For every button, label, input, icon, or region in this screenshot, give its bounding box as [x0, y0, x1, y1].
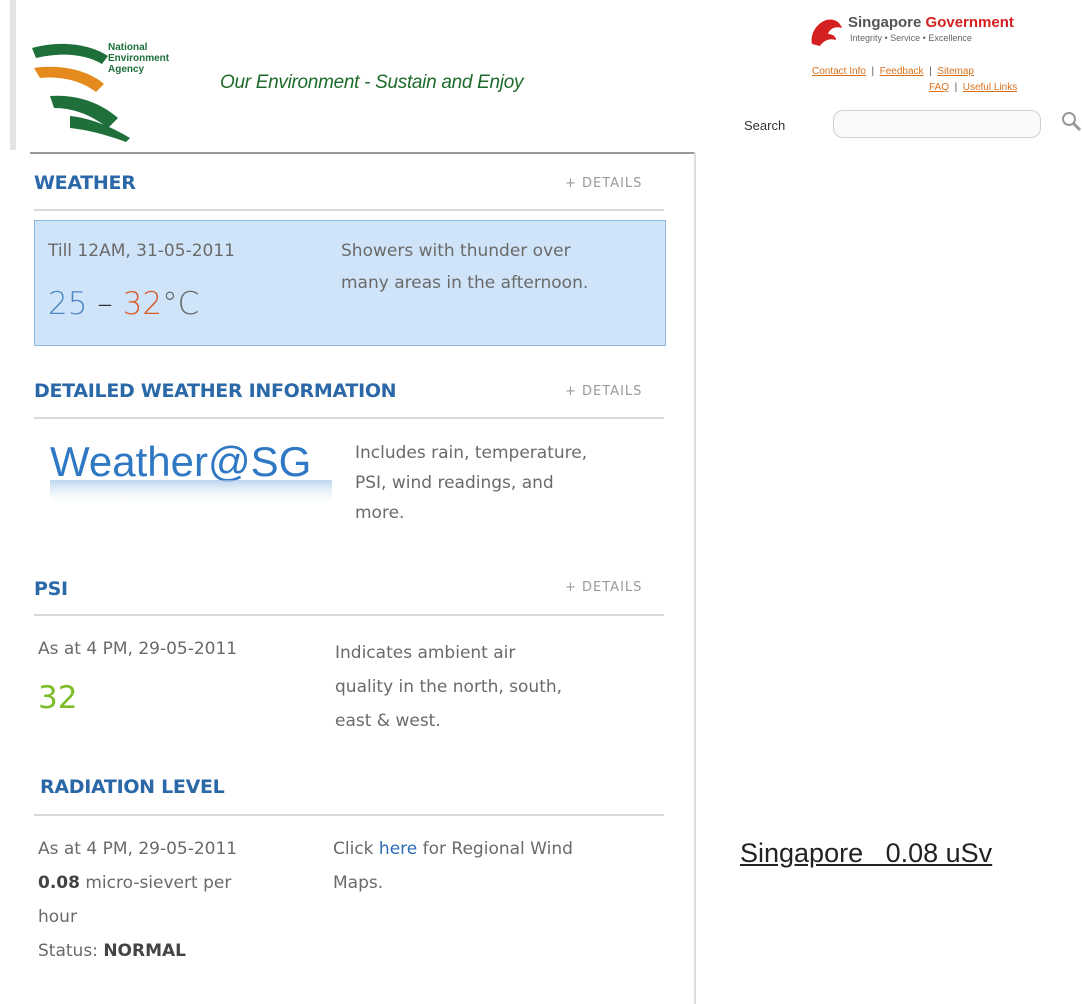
- weather-valid-till: Till 12AM, 31-05-2011: [48, 241, 235, 261]
- wind-maps-pre: Click: [333, 839, 379, 859]
- top-links-row-1: Contact Info | Feedback | Sitemap: [812, 66, 974, 77]
- temp-dash: –: [87, 286, 123, 322]
- psi-desc-line-2: quality in the north, south,: [335, 677, 563, 697]
- psi-divider: [34, 614, 664, 616]
- temp-high: 32: [122, 286, 163, 322]
- lion-head-icon: [811, 19, 842, 46]
- wind-maps-post: for Regional Wind: [417, 839, 573, 859]
- weather-forecast-line-2: many areas in the afternoon.: [341, 273, 589, 293]
- weather-divider: [34, 209, 664, 211]
- faq-link[interactable]: FAQ: [929, 82, 949, 93]
- logo-line-agency: Agency: [108, 64, 145, 75]
- temperature-range: 25 – 32°C: [48, 286, 199, 322]
- weather-details-link[interactable]: + DETAILS: [565, 176, 642, 191]
- search-input[interactable]: [833, 110, 1041, 138]
- psi-as-at: As at 4 PM, 29-05-2011: [38, 639, 238, 659]
- detailed-desc-line-1: Includes rain, temperature,: [355, 443, 588, 463]
- radiation-value-line: 0.08 micro-sievert per: [38, 870, 231, 896]
- radiation-status: Status: NORMAL: [38, 938, 186, 964]
- search-icon[interactable]: [1060, 110, 1082, 132]
- temp-low: 25: [48, 286, 88, 322]
- weather-at-sg-logo[interactable]: Weather@SG: [46, 438, 336, 508]
- radiation-divider: [34, 814, 664, 816]
- psi-value: 32: [38, 680, 78, 716]
- feedback-link[interactable]: Feedback: [880, 66, 924, 77]
- wind-maps-line-1: Click here for Regional Wind: [333, 836, 573, 862]
- singapore-government-logo[interactable]: Singapore Government Integrity • Service…: [808, 14, 1082, 54]
- radiation-as-at: As at 4 PM, 29-05-2011: [38, 839, 238, 859]
- radiation-unit-line-2: hour: [38, 907, 77, 927]
- psi-desc-line-1: Indicates ambient air: [335, 643, 516, 663]
- singapore-radiation-caption: Singapore 0.08 uSv: [740, 838, 993, 868]
- detailed-weather-title: DETAILED WEATHER INFORMATION: [34, 380, 397, 402]
- logo-text: National Environment Agency: [108, 42, 169, 75]
- radiation-status-value: NORMAL: [103, 941, 186, 961]
- detailed-desc-line-2: PSI, wind readings, and: [355, 473, 554, 493]
- logo-line-environment: Environment: [108, 53, 170, 64]
- column-divider: [694, 152, 696, 1004]
- radiation-title: RADIATION LEVEL: [40, 776, 225, 798]
- gov-name-government: Government: [925, 14, 1014, 31]
- psi-desc-line-3: east & west.: [335, 711, 441, 731]
- contact-info-link[interactable]: Contact Info: [812, 66, 866, 77]
- psi-title: PSI: [34, 578, 68, 600]
- weather-title: WEATHER: [34, 172, 136, 194]
- top-links-row-2: FAQ | Useful Links: [929, 82, 1018, 93]
- temp-unit: °C: [162, 286, 200, 322]
- gov-name-singapore: Singapore: [848, 14, 922, 31]
- radiation-status-label: Status:: [38, 941, 104, 961]
- radiation-unit: micro-sievert per: [79, 873, 232, 893]
- detailed-weather-divider: [34, 417, 664, 419]
- detailed-weather-details-link[interactable]: + DETAILS: [565, 384, 642, 399]
- gov-motto: Integrity • Service • Excellence: [850, 33, 972, 43]
- psi-details-link[interactable]: + DETAILS: [565, 580, 642, 595]
- sitemap-link[interactable]: Sitemap: [937, 66, 974, 77]
- weather-forecast-line-1: Showers with thunder over: [341, 241, 571, 261]
- gov-name: Singapore Government: [848, 14, 1014, 31]
- logo-line-national: National: [108, 42, 148, 53]
- radiation-value: 0.08: [38, 873, 80, 893]
- detailed-desc-line-3: more.: [355, 503, 405, 523]
- tagline: Our Environment - Sustain and Enjoy: [220, 72, 524, 93]
- useful-links-link[interactable]: Useful Links: [963, 82, 1017, 93]
- wind-maps-line-2: Maps.: [333, 873, 384, 893]
- left-border: [10, 0, 16, 150]
- header-divider: [30, 152, 695, 154]
- wind-maps-here-link[interactable]: here: [379, 839, 417, 859]
- weather-at-sg-logo-text: Weather@SG: [50, 438, 311, 485]
- search-label: Search: [744, 118, 786, 133]
